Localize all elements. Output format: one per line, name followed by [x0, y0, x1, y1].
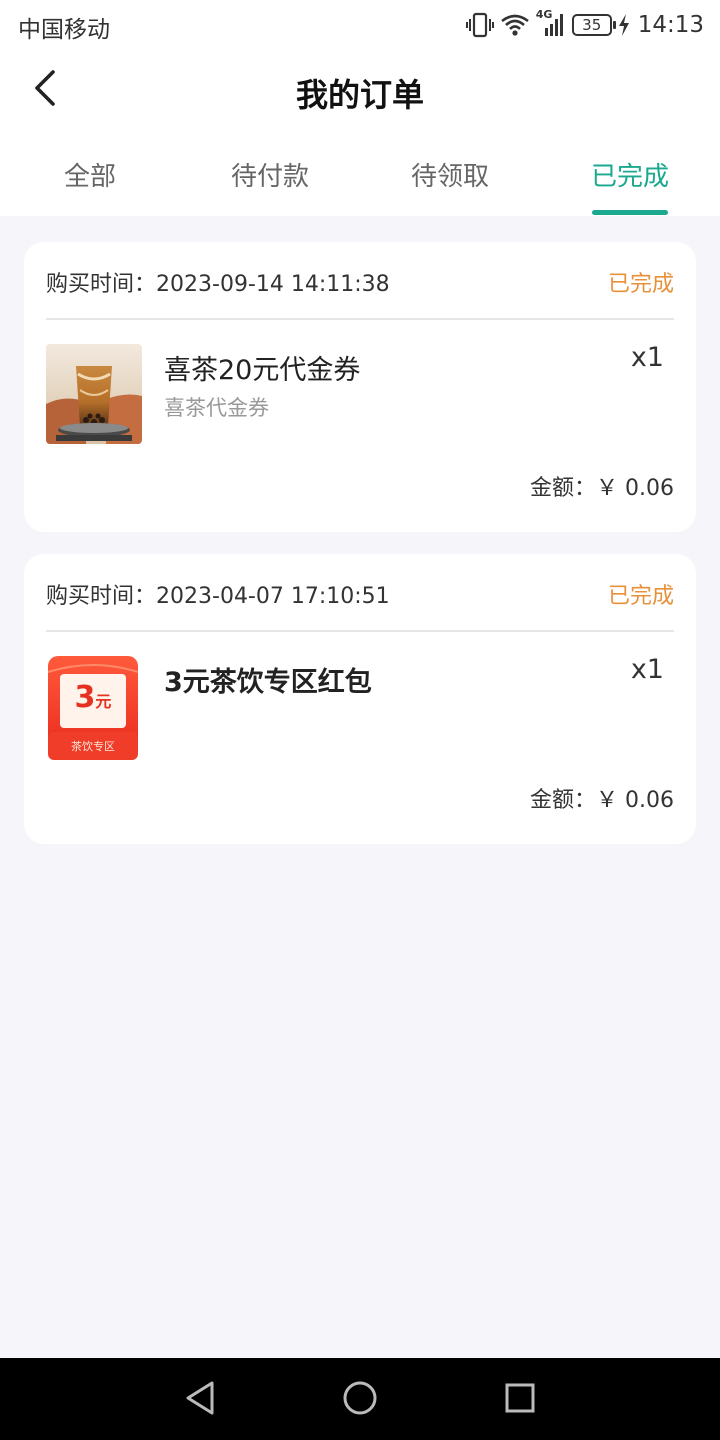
item-name: 喜茶20元代金券: [164, 355, 361, 386]
tab-completed[interactable]: 已完成: [550, 156, 710, 193]
page-title: 我的订单: [295, 76, 424, 114]
top-area: 中国移动 4G 35 14:13 我的订单 全部 待付款 待领取 已完成: [0, 0, 720, 216]
red-packet-unit: 元: [95, 692, 112, 711]
vibrate-icon: [465, 12, 494, 38]
nav-bar: 我的订单: [0, 50, 720, 132]
amount-label: 金额：: [530, 788, 597, 813]
red-packet-caption: 茶饮专区: [71, 740, 115, 753]
order-amount: 金额：￥ 0.06: [530, 782, 674, 814]
purchase-time-value: 2023-09-14 14:11:38: [156, 272, 390, 297]
divider: [46, 318, 674, 320]
active-tab-indicator: [592, 210, 668, 215]
carrier-label: 中国移动: [18, 17, 110, 43]
network-type-label: 4G: [535, 8, 553, 21]
wifi-icon: [500, 13, 530, 37]
tab-pending-pickup[interactable]: 待领取: [370, 156, 530, 193]
clock: 14:13: [637, 12, 704, 38]
system-home-button[interactable]: [338, 1378, 382, 1422]
product-thumbnail: [46, 344, 142, 444]
system-nav-bar: [0, 1358, 720, 1440]
item-quantity: x1: [630, 342, 664, 373]
order-status: 已完成: [607, 272, 674, 297]
purchase-time-label: 购买时间：: [46, 584, 157, 609]
charging-icon: [618, 14, 630, 36]
red-packet-value: 3元: [46, 680, 140, 715]
purchase-time-label: 购买时间：: [46, 272, 157, 297]
battery-indicator: 35: [571, 14, 616, 36]
amount-value: ￥ 0.06: [596, 476, 674, 501]
divider: [46, 630, 674, 632]
purchase-time: 购买时间：2023-04-07 17:10:51: [46, 578, 390, 610]
order-amount: 金额：￥ 0.06: [530, 470, 674, 502]
red-packet-thumbnail: 3元 茶饮专区: [46, 654, 140, 762]
tab-pending-payment[interactable]: 待付款: [190, 156, 350, 193]
order-card[interactable]: 购买时间：2023-04-07 17:10:51 已完成 3元 茶饮专区 3元茶…: [24, 554, 696, 844]
tab-all[interactable]: 全部: [10, 156, 170, 193]
back-triangle-icon: [184, 1380, 216, 1420]
purchase-time-value: 2023-04-07 17:10:51: [156, 584, 390, 609]
item-subtitle: 喜茶代金券: [164, 396, 269, 420]
red-packet-amount: 3: [74, 680, 96, 715]
order-status: 已完成: [607, 584, 674, 609]
status-icons: 4G 35 14:13: [465, 8, 704, 42]
purchase-time: 购买时间：2023-09-14 14:11:38: [46, 266, 390, 298]
status-bar: 中国移动 4G 35 14:13: [0, 0, 720, 50]
signal-icon: 4G: [536, 8, 566, 38]
item-name: 3元茶饮专区红包: [164, 667, 372, 698]
order-tabs: 全部 待付款 待领取 已完成: [0, 140, 720, 216]
amount-label: 金额：: [530, 476, 597, 501]
system-recents-button[interactable]: [498, 1378, 542, 1422]
system-back-button[interactable]: [178, 1378, 222, 1422]
recents-square-icon: [504, 1382, 536, 1418]
home-circle-icon: [342, 1380, 378, 1420]
order-card[interactable]: 购买时间：2023-09-14 14:11:38 已完成 喜茶20元代金券 喜茶…: [24, 242, 696, 532]
item-quantity: x1: [630, 654, 664, 685]
amount-value: ￥ 0.06: [596, 788, 674, 813]
